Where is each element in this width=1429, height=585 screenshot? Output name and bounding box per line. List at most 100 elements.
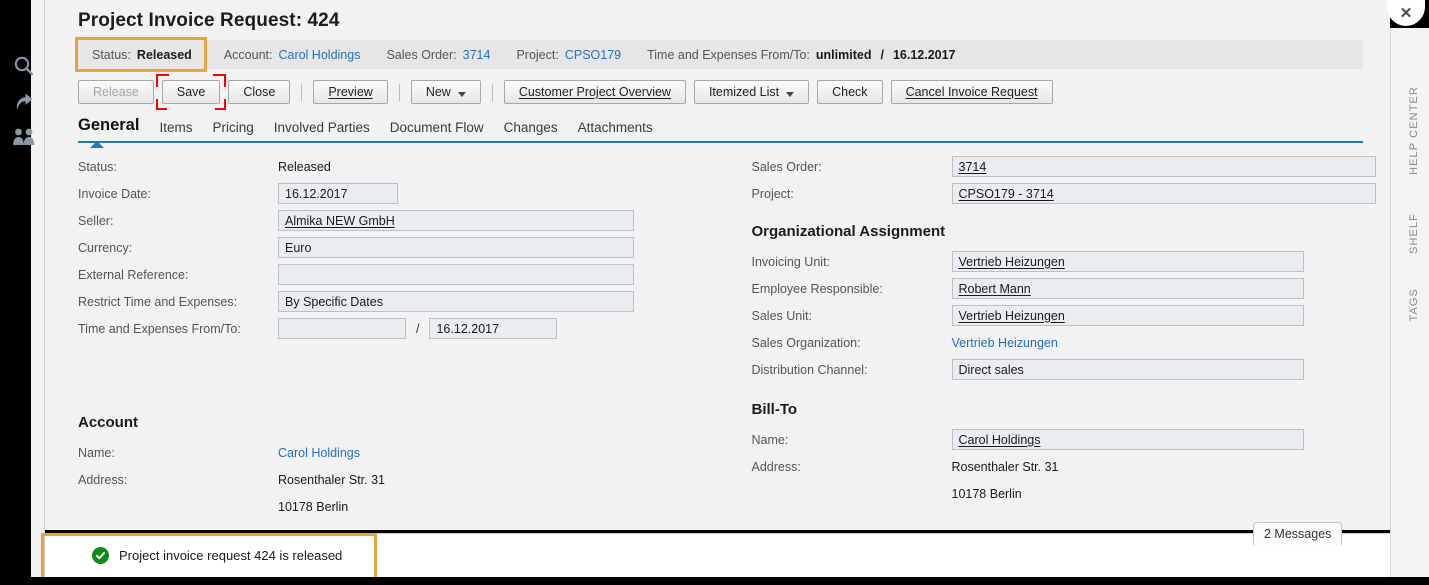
- chevron-down-icon: [457, 91, 466, 97]
- status-time-expenses: Time and Expenses From/To: unlimited / 1…: [633, 40, 967, 69]
- distribution-channel-label: Distribution Channel:: [751, 362, 868, 377]
- check-button[interactable]: Check: [817, 80, 883, 104]
- distribution-channel-input[interactable]: Direct sales: [951, 359, 1304, 380]
- main-window: Project Invoice Request: 424 Status: Rel…: [45, 0, 1390, 530]
- status-strip: Status: Released Account: Carol Holdings…: [75, 37, 1363, 72]
- field-row-sales-organization: Sales Organization: Vertrieb Heizungen: [752, 329, 1391, 356]
- billto-name-label: Name:: [751, 432, 789, 447]
- invoicing-unit-input[interactable]: Vertrieb Heizungen: [951, 251, 1304, 272]
- save-button-highlight: Save: [155, 74, 227, 110]
- tab-document-flow[interactable]: Document Flow: [390, 120, 484, 137]
- project-label: Project:: [516, 47, 559, 62]
- billto-name-input[interactable]: Carol Holdings: [951, 429, 1304, 450]
- billto-address-row-2: 10178 Berlin: [752, 480, 1391, 507]
- seller-value: Almika NEW GmbH: [285, 213, 395, 228]
- tags-tab[interactable]: TAGS: [1408, 288, 1420, 322]
- restrict-time-expenses-select[interactable]: By Specific Dates: [278, 291, 634, 312]
- sales-order-input[interactable]: 3714: [951, 156, 1376, 177]
- field-row-restrict-time-expenses: Restrict Time and Expenses: By Specific …: [78, 288, 717, 315]
- share-arrow-icon[interactable]: [13, 91, 35, 113]
- billto-address-row: Address: Rosenthaler Str. 31: [752, 453, 1391, 480]
- save-button-label: Save: [176, 85, 206, 99]
- tab-changes[interactable]: Changes: [504, 120, 558, 137]
- project-link[interactable]: CPSO179: [565, 48, 621, 62]
- save-button[interactable]: Save: [161, 80, 221, 104]
- bottom-black-gutter: [0, 577, 1429, 585]
- field-row-sales-unit: Sales Unit: Vertrieb Heizungen: [752, 302, 1391, 329]
- status-value: Released: [136, 47, 192, 62]
- sales-organization-link[interactable]: Vertrieb Heizungen: [952, 336, 1058, 350]
- sales-order-link[interactable]: 3714: [463, 48, 491, 62]
- release-button[interactable]: Release: [78, 80, 154, 104]
- cancel-invoice-request-button[interactable]: Cancel Invoice Request: [890, 80, 1053, 104]
- tab-attachments[interactable]: Attachments: [578, 120, 653, 137]
- seller-label: Seller:: [78, 213, 114, 228]
- messages-pill-label: 2 Messages: [1264, 527, 1332, 541]
- distribution-channel-value: Direct sales: [958, 362, 1024, 377]
- messages-pill[interactable]: 2 Messages: [1253, 522, 1343, 545]
- account-name-link[interactable]: Carol Holdings: [278, 446, 360, 460]
- invoicing-unit-label: Invoicing Unit:: [751, 254, 831, 269]
- restrict-time-expenses-value: By Specific Dates: [285, 294, 383, 309]
- time-expenses-from-input[interactable]: [278, 318, 406, 339]
- shelf-tab[interactable]: SHELF: [1408, 213, 1420, 254]
- currency-input[interactable]: Euro: [278, 237, 634, 258]
- seller-input[interactable]: Almika NEW GmbH: [278, 210, 634, 231]
- close-icon[interactable]: ✕: [1387, 0, 1425, 26]
- itemized-list-button[interactable]: Itemized List: [693, 80, 810, 104]
- invoice-date-label: Invoice Date:: [78, 186, 151, 201]
- time-expenses-from: unlimited: [815, 47, 872, 62]
- status-row-value: Released: [278, 159, 331, 174]
- project-value-field: CPSO179 - 3714: [958, 186, 1054, 201]
- billto-name-row: Name: Carol Holdings: [752, 426, 1391, 453]
- preview-button[interactable]: Preview: [313, 80, 388, 104]
- close-button-label: Close: [243, 85, 276, 99]
- people-icon[interactable]: [12, 127, 36, 147]
- time-expenses-label: Time and Expenses From/To:: [647, 47, 810, 62]
- field-row-employee-responsible: Employee Responsible: Robert Mann: [752, 275, 1391, 302]
- field-row-distribution-channel: Distribution Channel: Direct sales: [752, 356, 1391, 383]
- billto-address-line2: 10178 Berlin: [951, 486, 1022, 501]
- billto-address-label: Address:: [751, 459, 801, 474]
- status-sales-order: Sales Order: 3714: [372, 40, 502, 69]
- time-expenses-to: 16.12.2017: [892, 47, 956, 62]
- sales-unit-value: Vertrieb Heizungen: [958, 308, 1065, 323]
- external-reference-input[interactable]: [278, 264, 634, 285]
- search-icon[interactable]: [13, 55, 35, 77]
- employee-responsible-input[interactable]: Robert Mann: [951, 278, 1304, 299]
- currency-label: Currency:: [78, 240, 133, 255]
- customer-project-overview-button[interactable]: Customer Project Overview: [503, 80, 686, 104]
- sales-unit-input[interactable]: Vertrieb Heizungen: [951, 305, 1304, 326]
- tab-items[interactable]: Items: [159, 120, 192, 137]
- field-row-status: Status: Released: [78, 153, 717, 180]
- account-address-line2: 10178 Berlin: [278, 499, 349, 514]
- form-column-right: Sales Order: 3714 Project: CPSO179 - 371…: [752, 153, 1391, 520]
- project-input[interactable]: CPSO179 - 3714: [951, 183, 1376, 204]
- time-expenses-separator: /: [880, 47, 884, 62]
- message-text: Project invoice request 424 is released: [119, 548, 343, 563]
- help-center-tab[interactable]: HELP CENTER: [1408, 86, 1420, 175]
- app-root: Project Invoice Request: 424 Status: Rel…: [0, 0, 1429, 585]
- external-reference-label: External Reference:: [78, 267, 189, 282]
- account-name-row: Name: Carol Holdings: [78, 439, 717, 466]
- field-row-project: Project: CPSO179 - 3714: [752, 180, 1391, 207]
- currency-value: Euro: [285, 240, 312, 255]
- close-button[interactable]: Close: [228, 80, 291, 104]
- account-link[interactable]: Carol Holdings: [278, 48, 360, 62]
- form-column-left: Status: Released Invoice Date: 16.12.201…: [78, 153, 717, 520]
- tab-involved-parties[interactable]: Involved Parties: [274, 120, 370, 137]
- tab-general[interactable]: General: [78, 116, 139, 148]
- org-assignment-heading: Organizational Assignment: [751, 223, 946, 240]
- message-content: Project invoice request 424 is released: [45, 547, 342, 564]
- toolbar: Release Save Close Preview New Customer …: [78, 74, 1363, 110]
- message-bar: Project invoice request 424 is released: [45, 533, 1390, 577]
- invoice-date-input[interactable]: 16.12.2017: [278, 183, 398, 204]
- itemized-list-label: Itemized List: [708, 85, 780, 99]
- new-button[interactable]: New: [410, 80, 481, 104]
- tab-pricing[interactable]: Pricing: [212, 120, 253, 137]
- toolbar-divider-2: [398, 83, 400, 101]
- time-expenses-to-input[interactable]: 16.12.2017: [429, 318, 558, 339]
- sales-order-value-field: 3714: [958, 159, 987, 174]
- employee-responsible-value: Robert Mann: [958, 281, 1031, 296]
- preview-button-label: Preview: [328, 85, 373, 99]
